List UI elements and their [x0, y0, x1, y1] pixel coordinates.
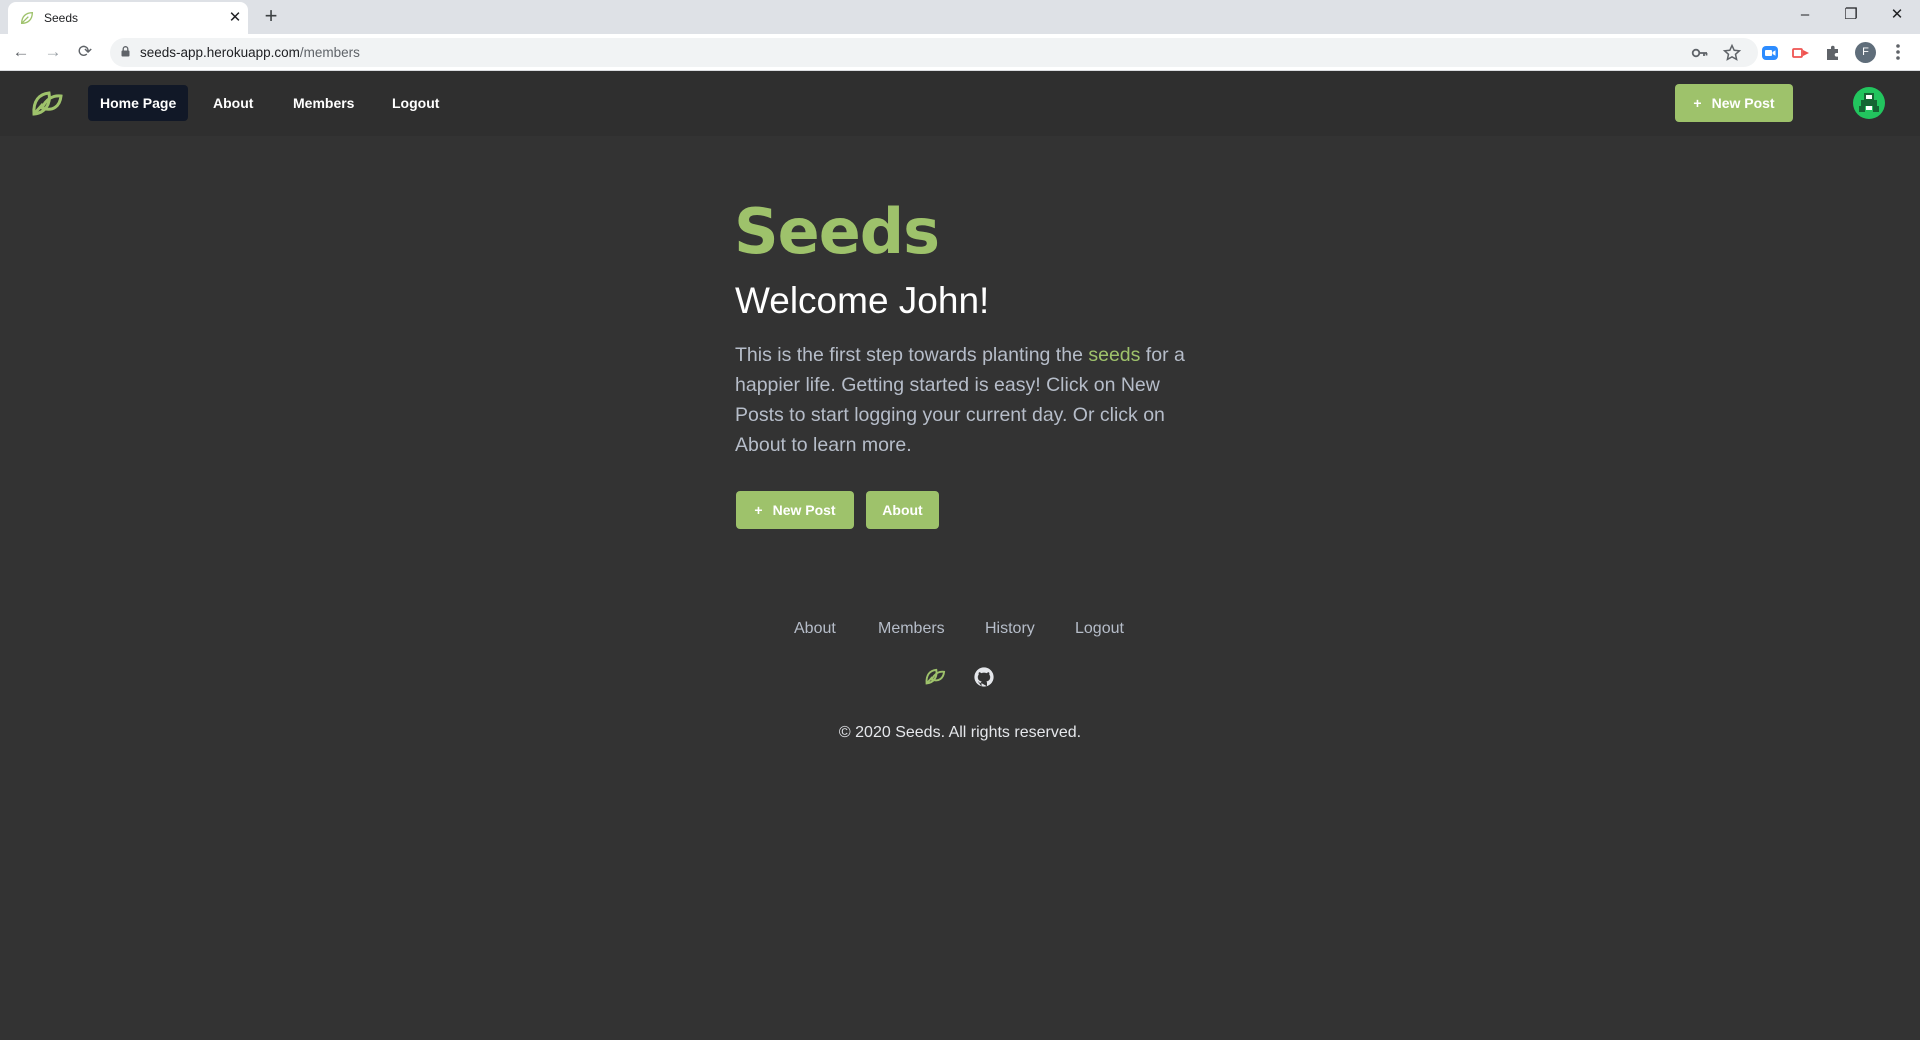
extensions-puzzle-icon[interactable] — [1823, 43, 1843, 63]
user-avatar[interactable] — [1853, 87, 1885, 119]
hero-new-post-button[interactable]: + New Post — [736, 491, 854, 529]
forward-button[interactable]: → — [41, 40, 65, 64]
url-text: seeds-app.herokuapp.com/members — [140, 45, 360, 60]
tab-close-icon[interactable]: ✕ — [226, 9, 244, 27]
intro-text-start: This is the first step towards planting … — [735, 344, 1089, 366]
browser-toolbar: ← → ⟳ seeds-app.herokuapp.com/members F — [0, 34, 1920, 71]
seeds-leaf-icon — [20, 11, 34, 25]
copyright-text: © 2020 Seeds. All rights reserved. — [838, 724, 1082, 741]
footer-link-members[interactable]: Members — [878, 619, 945, 639]
browser-tab[interactable]: Seeds ✕ — [8, 2, 248, 34]
brand-title: Seeds — [734, 195, 940, 268]
nav-logout[interactable]: Logout — [380, 85, 451, 121]
key-icon[interactable] — [1690, 43, 1710, 63]
nav-about[interactable]: About — [201, 85, 265, 121]
site-navbar: Home Page About Members Logout + New Post — [0, 71, 1920, 136]
nav-members[interactable]: Members — [281, 85, 366, 121]
url-host: seeds-app.herokuapp.com — [140, 45, 300, 60]
plus-icon: + — [1693, 95, 1702, 111]
restore-button[interactable]: ❐ — [1836, 4, 1866, 26]
plus-icon: + — [754, 502, 763, 518]
tab-title: Seeds — [44, 11, 79, 25]
zoom-extension-icon[interactable] — [1760, 43, 1780, 63]
profile-avatar[interactable]: F — [1855, 42, 1876, 63]
back-button[interactable]: ← — [9, 40, 33, 64]
lock-icon — [121, 46, 130, 57]
hero-about-button[interactable]: About — [866, 491, 939, 529]
navbar-new-post-label: New Post — [1711, 95, 1775, 111]
seeds-logo-icon[interactable] — [30, 88, 64, 120]
welcome-heading: Welcome John! — [735, 280, 990, 321]
hero-new-post-label: New Post — [772, 502, 836, 518]
identicon-icon — [1859, 93, 1879, 112]
intro-paragraph: This is the first step towards planting … — [735, 340, 1190, 460]
minimize-button[interactable]: – — [1790, 4, 1820, 26]
screen-recorder-extension-icon[interactable] — [1791, 43, 1811, 63]
window-close-button[interactable]: ✕ — [1882, 4, 1912, 26]
more-menu-icon[interactable] — [1890, 41, 1906, 63]
address-bar[interactable]: seeds-app.herokuapp.com/members — [110, 38, 1758, 67]
url-path: /members — [299, 45, 360, 60]
navbar-new-post-button[interactable]: + New Post — [1675, 84, 1793, 122]
bookmark-star-icon[interactable] — [1722, 43, 1742, 63]
reload-button[interactable]: ⟳ — [73, 40, 97, 64]
browser-tabstrip: Seeds ✕ + – ❐ ✕ — [0, 0, 1920, 34]
footer-link-about[interactable]: About — [794, 619, 836, 639]
github-icon[interactable] — [973, 666, 995, 688]
intro-highlight: seeds — [1088, 344, 1141, 366]
seeds-leaf-icon[interactable] — [924, 666, 946, 688]
nav-home-page[interactable]: Home Page — [88, 85, 189, 121]
footer-link-history[interactable]: History — [985, 619, 1035, 639]
footer-link-logout[interactable]: Logout — [1075, 619, 1124, 639]
new-tab-button[interactable]: + — [258, 3, 284, 29]
